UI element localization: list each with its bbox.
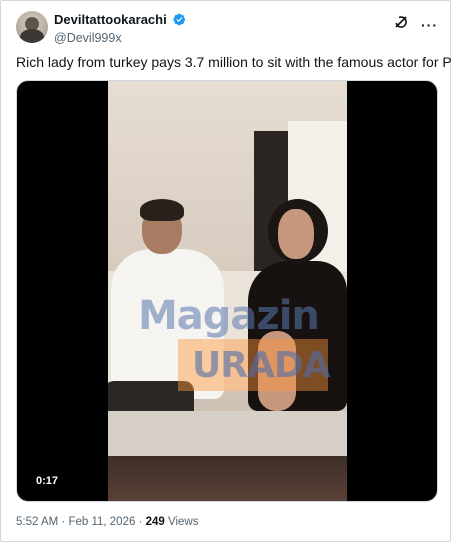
post-date[interactable]: Feb 11, 2026 [68, 516, 135, 528]
tweet-meta: 5:52 AM · Feb 11, 2026 · 249 Views [16, 516, 198, 528]
watermark-line2: URADA [192, 345, 331, 386]
video-frame[interactable]: Magazin URADA [108, 81, 347, 501]
watermark-line1: Magazin [138, 293, 320, 339]
verified-badge-icon [173, 13, 186, 26]
tweet-text: Rich lady from turkey pays 3.7 million t… [16, 54, 451, 70]
tweet-header: Deviltattookarachi @Devil999x ··· [16, 10, 438, 46]
views-label: Views [164, 516, 199, 528]
more-options-icon[interactable]: ··· [421, 17, 438, 33]
avatar[interactable] [16, 11, 48, 43]
handle[interactable]: @Devil999x [54, 30, 186, 46]
author-info: Deviltattookarachi @Devil999x [54, 11, 186, 46]
meta-separator: · [58, 516, 69, 528]
video-scene-bottom [108, 456, 347, 501]
header-actions: ··· [385, 14, 438, 35]
views-count: 249 [145, 516, 165, 528]
display-name[interactable]: Deviltattookarachi [54, 12, 167, 28]
video-duration-badge: 0:17 [31, 472, 64, 490]
grok-icon[interactable] [393, 14, 409, 35]
video-scene-woman-head [278, 209, 314, 259]
video-scene-man-hair [140, 199, 184, 221]
avatar-body [20, 29, 44, 43]
video-player[interactable]: Magazin URADA 0:17 [16, 80, 438, 502]
meta-separator: · [135, 516, 146, 528]
post-time[interactable]: 5:52 AM [16, 516, 58, 528]
tweet-card: Deviltattookarachi @Devil999x ··· Rich l… [0, 0, 451, 542]
video-scene-table [108, 411, 347, 456]
